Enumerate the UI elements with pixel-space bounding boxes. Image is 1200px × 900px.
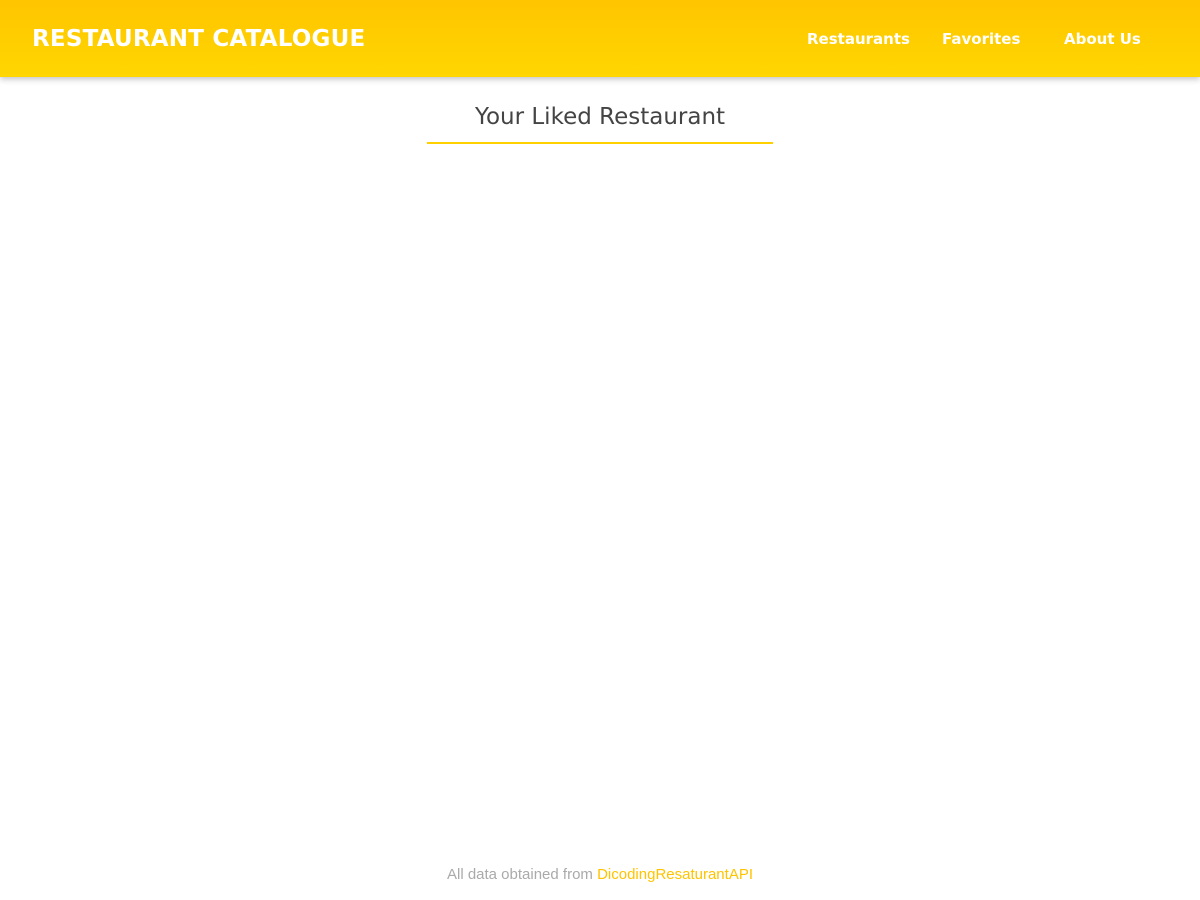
page-title: Your Liked Restaurant [474, 104, 726, 130]
nav-restaurants[interactable]: Restaurants [807, 30, 910, 48]
app-header: RESTAURANT CATALOGUE Restaurants Favorit… [0, 0, 1200, 77]
nav-about-us[interactable]: About Us [1064, 30, 1141, 48]
footer-text: All data obtained from [446, 866, 598, 883]
title-underline [427, 142, 773, 144]
brand-logo[interactable]: RESTAURANT CATALOGUE [32, 26, 365, 52]
api-link[interactable]: DicodingResaturantAPI [597, 866, 753, 883]
footer: All data obtained from DicodingResaturan… [0, 866, 1200, 883]
nav-favorites[interactable]: Favorites [942, 30, 1020, 48]
